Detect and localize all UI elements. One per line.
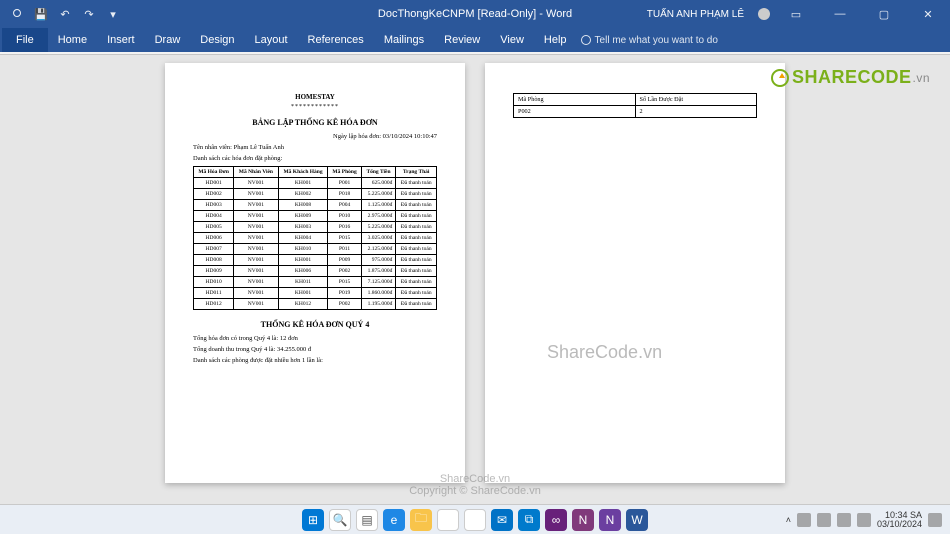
- tab-draw[interactable]: Draw: [145, 28, 191, 52]
- table-row: HD007NV001KH010P0112.125.000đĐã thanh to…: [194, 244, 437, 255]
- table-row: HD008NV001KH001P009975.000đĐã thanh toán: [194, 255, 437, 266]
- table-row: HD011NV001KH001P0191.860.000đĐã thanh to…: [194, 288, 437, 299]
- undo-icon[interactable]: ↶: [56, 5, 74, 23]
- separator-stars: ************: [193, 104, 437, 110]
- onenote-icon[interactable]: N: [572, 509, 594, 531]
- table-row: HD004NV001KH009P0102.975.000đĐã thanh to…: [194, 211, 437, 222]
- tab-design[interactable]: Design: [190, 28, 244, 52]
- sharecode-logo: SHARECODE.vn: [771, 67, 930, 88]
- minimize-button[interactable]: —: [822, 0, 858, 28]
- autosave-toggle[interactable]: ⭘: [8, 5, 26, 23]
- staff-line: Tên nhân viên: Phạm Lê Tuấn Anh: [193, 144, 437, 151]
- search-icon[interactable]: 🔍: [329, 509, 351, 531]
- chrome-icon[interactable]: ◉: [437, 509, 459, 531]
- tray-volume-icon[interactable]: [837, 513, 851, 527]
- tab-file[interactable]: File: [2, 28, 48, 52]
- tab-review[interactable]: Review: [434, 28, 490, 52]
- document-canvas[interactable]: HOMESTAY ************ BẢNG LẬP THỐNG KÊ …: [0, 55, 950, 517]
- tell-me-search[interactable]: Tell me what you want to do: [581, 28, 718, 52]
- table-row: HD012NV001KH012P0021.195.000đĐã thanh to…: [194, 299, 437, 310]
- bulb-icon: [581, 35, 591, 45]
- col-hd: Mã Hóa Đơn: [194, 167, 234, 178]
- edge-icon[interactable]: e: [383, 509, 405, 531]
- table-row: HD003NV001KH008P0041.125.000đĐã thanh to…: [194, 200, 437, 211]
- word-icon[interactable]: W: [626, 509, 648, 531]
- col-st: Trạng Thái: [396, 167, 437, 178]
- vscode-icon[interactable]: ⧉: [518, 509, 540, 531]
- table-row: HD005NV001KH003P0165.225.000đĐã thanh to…: [194, 222, 437, 233]
- mail-icon[interactable]: ✉: [491, 509, 513, 531]
- tray-wifi-icon[interactable]: [817, 513, 831, 527]
- table-row: HD010NV001KH011P0157.125.000đĐã thanh to…: [194, 277, 437, 288]
- tell-me-label: Tell me what you want to do: [595, 35, 718, 46]
- table-row: HD006NV001KH004P0153.025.000đĐã thanh to…: [194, 233, 437, 244]
- invoice-table: Mã Hóa Đơn Mã Nhân Viên Mã Khách Hàng Mã…: [193, 166, 437, 310]
- title-bar: ⭘ 💾 ↶ ↷ ▾ DocThongKeCNPM [Read-Only] - W…: [0, 0, 950, 28]
- qat-dropdown-icon[interactable]: ▾: [104, 5, 122, 23]
- close-button[interactable]: ✕: [910, 0, 946, 28]
- report-heading: BẢNG LẬP THỐNG KÊ HÓA ĐƠN: [193, 118, 437, 127]
- col-kh: Mã Khách Hàng: [278, 167, 328, 178]
- file-explorer-icon[interactable]: 🗀: [410, 509, 432, 531]
- page-1: HOMESTAY ************ BẢNG LẬP THỐNG KÊ …: [165, 63, 465, 483]
- col-ph: Mã Phòng: [328, 167, 361, 178]
- start-button[interactable]: ⊞: [302, 509, 324, 531]
- rooms-col-count: Số Lần Được Đặt: [635, 94, 757, 106]
- page-2: Mã Phòng Số Lần Được Đặt P002 2 ShareCod…: [485, 63, 785, 483]
- rooms-table: Mã Phòng Số Lần Được Đặt P002 2: [513, 93, 757, 118]
- quick-access-toolbar: ⭘ 💾 ↶ ↷ ▾: [0, 5, 122, 23]
- ribbon-tabs: File Home Insert Draw Design Layout Refe…: [0, 28, 950, 52]
- table-row: HD009NV001KH006P0021.875.000đĐã thanh to…: [194, 266, 437, 277]
- col-tt: Tổng Tiền: [361, 167, 396, 178]
- tab-references[interactable]: References: [298, 28, 374, 52]
- org-name: HOMESTAY: [193, 93, 437, 101]
- tab-home[interactable]: Home: [48, 28, 97, 52]
- tab-help[interactable]: Help: [534, 28, 577, 52]
- tray-battery-icon[interactable]: [857, 513, 871, 527]
- logo-ring-icon: [771, 69, 789, 87]
- tab-layout[interactable]: Layout: [245, 28, 298, 52]
- rooms-intro: Danh sách các phòng được đặt nhiều hơn 1…: [193, 357, 437, 364]
- redo-icon[interactable]: ↷: [80, 5, 98, 23]
- account-name[interactable]: TUẤN ANH PHẠM LÊ: [647, 9, 744, 20]
- tab-view[interactable]: View: [490, 28, 534, 52]
- tab-mailings[interactable]: Mailings: [374, 28, 434, 52]
- onenote2-icon[interactable]: N: [599, 509, 621, 531]
- report-date: Ngày lập hóa đơn: 03/10/2024 10:10:47: [193, 133, 437, 140]
- taskbar-clock[interactable]: 10:34 SA 03/10/2024: [877, 511, 922, 529]
- visualstudio-icon[interactable]: ∞: [545, 509, 567, 531]
- table-row: HD002NV001KH002P0185.225.000đĐã thanh to…: [194, 189, 437, 200]
- store-icon[interactable]: 🛍: [464, 509, 486, 531]
- system-tray: ˄ 10:34 SA 03/10/2024: [786, 511, 942, 529]
- taskview-icon[interactable]: ▤: [356, 509, 378, 531]
- total-revenue: Tổng doanh thu trong Quý 4 là: 34.255.00…: [193, 346, 437, 353]
- col-nv: Mã Nhân Viên: [234, 167, 278, 178]
- ribbon-options-icon[interactable]: ▭: [778, 0, 814, 28]
- list-intro: Danh sách các hóa đơn đặt phòng:: [193, 155, 437, 162]
- rooms-col-room: Mã Phòng: [514, 94, 636, 106]
- section2-heading: THỐNG KÊ HÓA ĐƠN QUÝ 4: [193, 320, 437, 329]
- tab-insert[interactable]: Insert: [97, 28, 145, 52]
- document-title: DocThongKeCNPM [Read-Only] - Word: [378, 8, 572, 20]
- tray-lang-icon[interactable]: [797, 513, 811, 527]
- watermark-page2: ShareCode.vn: [547, 342, 662, 363]
- table-row: P002 2: [514, 106, 757, 118]
- save-icon[interactable]: 💾: [32, 5, 50, 23]
- notifications-icon[interactable]: [928, 513, 942, 527]
- account-avatar[interactable]: [758, 8, 770, 20]
- maximize-button[interactable]: ▢: [866, 0, 902, 28]
- tray-chevron-icon[interactable]: ˄: [786, 515, 791, 525]
- windows-taskbar: ⊞ 🔍 ▤ e 🗀 ◉ 🛍 ✉ ⧉ ∞ N N W ˄ 10:34 SA 03/…: [0, 504, 950, 534]
- table-row: HD001NV001KH001P001625.000đĐã thanh toán: [194, 178, 437, 189]
- total-orders: Tổng hóa đơn có trong Quý 4 là: 12 đơn: [193, 335, 437, 342]
